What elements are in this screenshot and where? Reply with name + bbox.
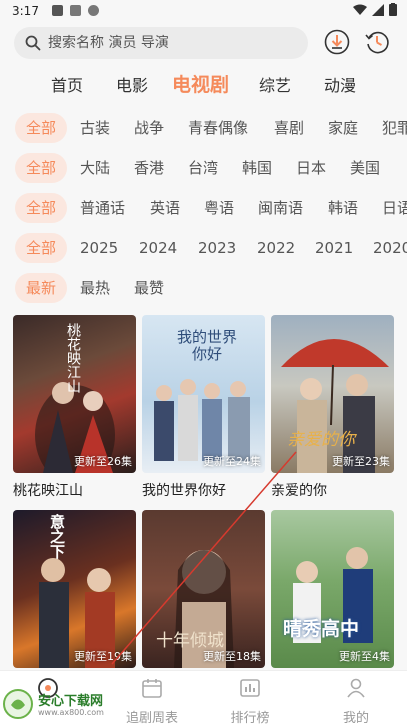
download-icon[interactable] [324, 29, 350, 55]
poster-title-text: 意之下 [48, 514, 66, 559]
watermark-logo-icon [3, 689, 33, 719]
show-title: 我的世界你好 [142, 483, 226, 499]
tab-variety[interactable]: 综艺 [259, 72, 291, 96]
nav-label: 排行榜 [230, 711, 270, 726]
filter-chip[interactable]: 全部 [15, 233, 68, 263]
nav-mine[interactable]: 我的 [316, 671, 396, 726]
filter-chip[interactable]: 战争 [134, 113, 164, 143]
filter-chip[interactable]: 最赞 [134, 273, 164, 303]
calendar-icon [142, 679, 162, 698]
poster-image: 意之下 更新至19集 [13, 510, 136, 668]
filter-chip[interactable]: 美国 [350, 153, 380, 183]
notification-icon-2 [70, 5, 81, 16]
filter-chip[interactable]: 全部 [15, 153, 68, 183]
poster-art [39, 558, 115, 668]
poster-title-text: 我的世界你好 [176, 328, 237, 363]
filter-chip[interactable]: 最热 [80, 273, 110, 303]
episode-badge: 更新至19集 [74, 650, 132, 663]
filter-row-genre: 全部 古装 战争 青春偶像 喜剧 家庭 犯罪 [0, 113, 407, 145]
watermark-url: www.ax800.com [38, 708, 104, 717]
chart-icon [240, 679, 260, 697]
main-tabs: 首页 电影 电视剧 综艺 动漫 [0, 70, 407, 98]
filter-chip[interactable]: 日语 [382, 193, 407, 223]
show-title: 亲爱的你 [271, 483, 327, 499]
notification-icon [52, 5, 63, 16]
status-bar: 3:17 [0, 0, 407, 24]
filter-chip[interactable]: 英语 [150, 193, 180, 223]
filter-chip[interactable]: 2023 [198, 233, 236, 263]
filter-chip[interactable]: 全部 [15, 113, 68, 143]
nav-label: 我的 [342, 711, 369, 726]
episode-badge: 更新至4集 [339, 650, 390, 663]
wifi-icon [353, 4, 367, 15]
poster-image: 桃花映江山 更新至26集 [13, 315, 136, 473]
filter-row-region: 全部 大陆 香港 台湾 韩国 日本 美国 [0, 153, 407, 185]
filter-chip[interactable]: 大陆 [80, 153, 110, 183]
tab-movie[interactable]: 电影 [116, 72, 148, 96]
poster-art [293, 547, 373, 643]
filter-row-year: 全部 2025 2024 2023 2022 2021 2020 [0, 233, 407, 265]
episode-badge: 更新至18集 [203, 650, 261, 663]
nav-ranking[interactable]: 排行榜 [210, 671, 290, 726]
filter-row-sort: 最新 最热 最赞 [0, 273, 407, 305]
episode-badge: 更新至26集 [74, 455, 132, 468]
filter-row-language: 全部 普通话 英语 粤语 闽南语 韩语 日语 [0, 193, 407, 225]
watermark-text: 安心下载网 [38, 694, 104, 709]
filter-chip[interactable]: 2021 [315, 233, 353, 263]
tab-tv[interactable]: 电视剧 [172, 70, 229, 97]
history-icon[interactable] [364, 29, 390, 55]
filter-chip[interactable]: 青春偶像 [188, 113, 248, 143]
episode-badge: 更新至24集 [203, 455, 261, 468]
filter-chip[interactable]: 喜剧 [274, 113, 304, 143]
signal-icon [372, 3, 384, 16]
poster-title-text: 桃花映江山 [65, 323, 81, 393]
profile-icon [347, 678, 365, 698]
nav-label: 追剧周表 [125, 711, 178, 726]
filter-chip[interactable]: 闽南语 [258, 193, 303, 223]
tab-home[interactable]: 首页 [51, 72, 83, 96]
search-icon [25, 35, 41, 51]
filter-chip[interactable]: 家庭 [328, 113, 358, 143]
poster-image: 我的世界你好 更新至24集 [142, 315, 265, 473]
filter-chip[interactable]: 普通话 [80, 193, 125, 223]
show-title: 桃花映江山 [13, 483, 83, 499]
filter-chip[interactable]: 古装 [80, 113, 110, 143]
filter-chip[interactable]: 犯罪 [382, 113, 407, 143]
poster-image: 亲爱的你 更新至23集 [271, 315, 394, 473]
poster-title-text: 晴秀高中 [283, 618, 360, 640]
filter-chip[interactable]: 韩语 [328, 193, 358, 223]
filter-chip[interactable]: 2025 [80, 233, 118, 263]
nav-schedule[interactable]: 追剧周表 [112, 671, 192, 726]
status-icons [353, 3, 397, 16]
notification-icon-3 [88, 5, 99, 16]
filter-chip[interactable]: 韩国 [242, 153, 272, 183]
filter-chip[interactable]: 2024 [139, 233, 177, 263]
watermark: 安心下载网 www.ax800.com [2, 688, 106, 722]
poster-image: 晴秀高中 更新至4集 [271, 510, 394, 668]
filter-chip[interactable]: 粤语 [204, 193, 234, 223]
filter-chip[interactable]: 香港 [134, 153, 164, 183]
status-time: 3:17 [12, 4, 39, 18]
filter-chip[interactable]: 最新 [15, 273, 68, 303]
filter-chip[interactable]: 台湾 [188, 153, 218, 183]
episode-badge: 更新至23集 [332, 455, 390, 468]
poster-image: 十年倾城 更新至18集 [142, 510, 265, 668]
filter-chip[interactable]: 全部 [15, 193, 68, 223]
tab-anime[interactable]: 动漫 [324, 72, 356, 96]
search-input[interactable] [46, 34, 290, 52]
filter-chip[interactable]: 2022 [257, 233, 295, 263]
poster-title-text: 亲爱的你 [287, 430, 355, 450]
search-bar[interactable] [14, 27, 308, 59]
filter-chip[interactable]: 日本 [296, 153, 326, 183]
battery-icon [389, 3, 397, 16]
filter-chip[interactable]: 2020 [373, 233, 407, 263]
